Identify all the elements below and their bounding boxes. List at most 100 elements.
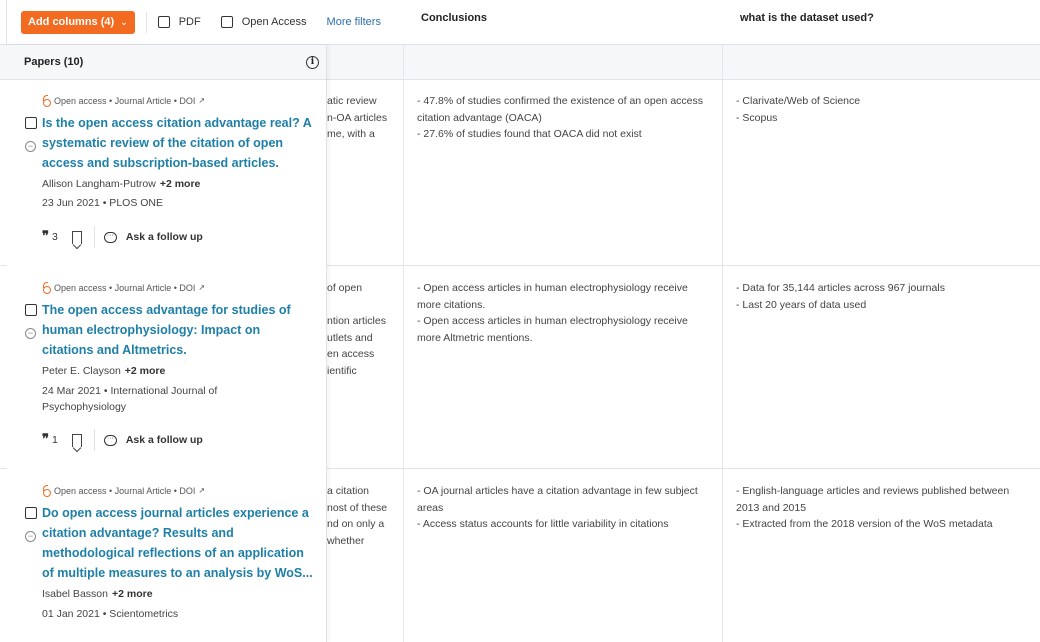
external-link-icon[interactable]: ↗ <box>198 283 205 292</box>
header-conclusions[interactable]: Conclusions <box>421 0 487 35</box>
fragment-line: ntion articles <box>327 315 386 328</box>
ask-follow-up-button[interactable]: Ask a follow up <box>126 231 203 243</box>
abstract-fragment-2: of open ntion articles utlets and en acc… <box>327 280 403 380</box>
paper-actions: ❞ 1 ··· Ask a follow up <box>42 429 203 451</box>
column-divider <box>722 45 723 642</box>
conclusions-cell-1: - 47.8% of studies confirmed the existen… <box>417 93 712 143</box>
paper-actions: ❞ 3 ··· Ask a follow up <box>42 226 203 248</box>
open-access-label: Open Access <box>241 16 307 28</box>
column-divider <box>403 45 404 642</box>
open-access-checkbox[interactable] <box>220 16 233 28</box>
more-filters-link[interactable]: More filters <box>327 16 381 28</box>
fragment-line: of open <box>327 282 363 294</box>
fragment-line: me, with a <box>327 128 375 141</box>
collapse-icon[interactable]: − <box>25 531 36 542</box>
pdf-label: PDF <box>178 16 201 28</box>
paper-authors: Allison Langham-Putrow +2 more <box>42 178 200 190</box>
paper-checkbox[interactable] <box>25 507 37 519</box>
paper-meta-text: Open access • Journal Article • DOI <box>54 282 196 293</box>
action-divider <box>93 226 95 248</box>
paper-pubinfo: 01 Jan 2021 • Scientometrics <box>42 608 179 620</box>
citation-count[interactable]: 3 <box>52 231 58 243</box>
fragment-line: ientific <box>327 364 357 377</box>
conclusion-item: - 47.8% of studies confirmed the existen… <box>417 95 703 124</box>
papers-column: Papers (10) i Open access • Journal Arti… <box>7 45 327 642</box>
abstract-fragment-1: atic review n-OA articles me, with a <box>327 93 403 143</box>
chat-icon: ··· <box>103 434 117 446</box>
quote-icon: ❞ <box>42 229 49 244</box>
fragment-line: atic review <box>327 95 377 107</box>
author-name: Peter E. Clayson <box>42 365 121 377</box>
paper-row-1: Open access • Journal Article • DOI ↗ − … <box>7 80 326 265</box>
paper-title[interactable]: Do open access journal articles experien… <box>42 503 314 583</box>
dataset-item: - Data for 35,144 articles across 967 jo… <box>736 282 945 294</box>
paper-authors: Peter E. Clayson +2 more <box>42 365 165 377</box>
dataset-cell-1: - Clarivate/Web of Science - Scopus <box>736 93 1031 126</box>
conclusions-cell-3: - OA journal articles have a citation ad… <box>417 483 712 533</box>
open-access-icon <box>42 282 51 294</box>
add-columns-button[interactable]: Add columns (4) ⌄ <box>21 10 135 34</box>
fragment-line: nd on only a <box>327 518 385 531</box>
dataset-item: - Last 20 years of data used <box>736 298 867 311</box>
abstract-fragment-3: a citation nost of these nd on only a wh… <box>327 483 403 549</box>
dataset-item: - Clarivate/Web of Science <box>736 95 861 107</box>
conclusion-item: - Open access articles in human electrop… <box>417 282 688 311</box>
paper-meta: Open access • Journal Article • DOI ↗ <box>42 282 205 294</box>
dataset-item: - English-language articles and reviews … <box>736 485 1010 514</box>
bookmark-icon[interactable] <box>71 230 82 244</box>
conclusion-item: - Open access articles in human electrop… <box>417 315 688 344</box>
dataset-cell-2: - Data for 35,144 articles across 967 jo… <box>736 280 1031 313</box>
open-access-filter[interactable]: Open Access <box>220 16 307 28</box>
paper-title[interactable]: The open access advantage for studies of… <box>42 300 314 360</box>
paper-pubinfo: 24 Mar 2021 • International Journal of P… <box>42 385 218 413</box>
ask-follow-up-button[interactable]: Ask a follow up <box>126 434 203 446</box>
more-authors-link[interactable]: +2 more <box>160 178 201 190</box>
paper-meta: Open access • Journal Article • DOI ↗ <box>42 485 205 497</box>
header-papers[interactable]: Papers (10) i <box>7 45 326 80</box>
header-dataset[interactable]: what is the dataset used? <box>740 0 874 35</box>
add-columns-label: Add columns (4) <box>28 16 115 28</box>
paper-title[interactable]: Is the open access citation advantage re… <box>42 113 314 173</box>
fragment-line: a citation <box>327 485 370 497</box>
conclusion-item: - OA journal articles have a citation ad… <box>417 485 698 514</box>
paper-checkbox[interactable] <box>25 117 37 129</box>
external-link-icon[interactable]: ↗ <box>198 96 205 105</box>
quote-icon: ❞ <box>42 432 49 447</box>
more-authors-link[interactable]: +2 more <box>125 365 166 377</box>
more-authors-link[interactable]: +2 more <box>112 588 153 600</box>
external-link-icon[interactable]: ↗ <box>198 486 205 495</box>
open-access-icon <box>42 95 51 107</box>
bookmark-icon[interactable] <box>71 433 82 447</box>
conclusions-cell-2: - Open access articles in human electrop… <box>417 280 712 346</box>
paper-meta-text: Open access • Journal Article • DOI <box>54 95 196 106</box>
fragment-line: whether <box>327 534 365 547</box>
chat-icon: ··· <box>103 231 117 243</box>
paper-row-2: Open access • Journal Article • DOI ↗ − … <box>7 267 326 468</box>
toolbar-divider <box>145 11 147 33</box>
fragment-line: nost of these <box>327 501 388 514</box>
fragment-line: utlets and <box>327 331 373 344</box>
fragment-line <box>327 297 403 314</box>
fragment-line: en access <box>327 348 375 361</box>
conclusion-item: - Access status accounts for little vari… <box>417 518 669 531</box>
conclusion-item: - 27.6% of studies found that OACA did n… <box>417 128 642 141</box>
paper-checkbox[interactable] <box>25 304 37 316</box>
author-name: Isabel Basson <box>42 588 108 600</box>
pdf-filter[interactable]: PDF <box>157 16 201 28</box>
dataset-item: - Scopus <box>736 111 778 124</box>
pdf-checkbox[interactable] <box>157 16 170 28</box>
citation-count[interactable]: 1 <box>52 434 58 446</box>
collapse-icon[interactable]: − <box>25 141 36 152</box>
action-divider <box>93 429 95 451</box>
paper-row-3: Open access • Journal Article • DOI ↗ − … <box>7 470 326 642</box>
open-access-icon <box>42 485 51 497</box>
chevron-down-icon: ⌄ <box>120 16 128 27</box>
papers-header-label: Papers (10) <box>24 56 84 68</box>
paper-pubinfo: 23 Jun 2021 • PLOS ONE <box>42 197 163 209</box>
collapse-icon[interactable]: − <box>25 328 36 339</box>
info-icon[interactable]: i <box>306 55 319 69</box>
fragment-line: n-OA articles <box>327 111 388 124</box>
toolbar: Add columns (4) ⌄ PDF Open Access More f… <box>0 0 1040 45</box>
paper-authors: Isabel Basson +2 more <box>42 588 153 600</box>
author-name: Allison Langham-Putrow <box>42 178 156 190</box>
